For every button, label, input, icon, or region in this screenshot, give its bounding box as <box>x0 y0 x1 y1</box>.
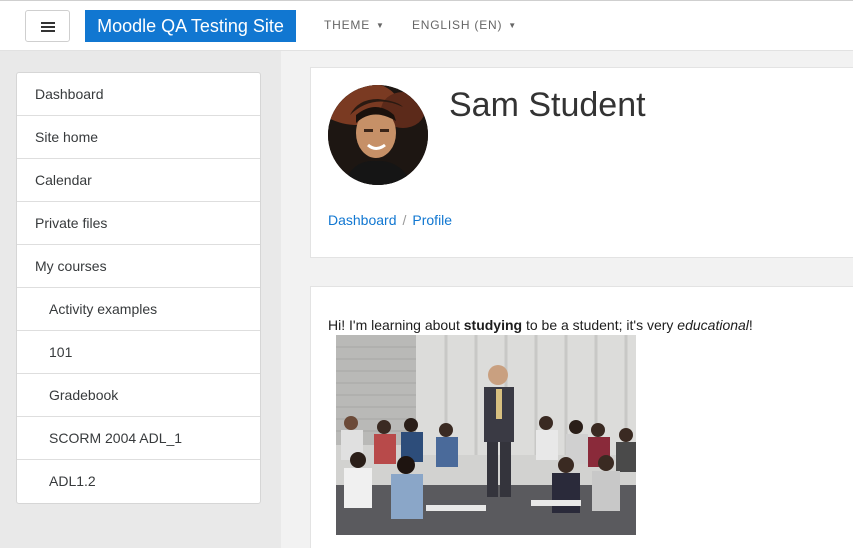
sidebar-item-my-courses[interactable]: My courses <box>17 245 260 288</box>
description-text: ! <box>748 317 753 333</box>
sidebar-item-course[interactable]: Gradebook <box>17 374 260 417</box>
language-menu[interactable]: ENGLISH (EN) ▼ <box>412 18 517 32</box>
sidebar-item-site-home[interactable]: Site home <box>17 116 260 159</box>
breadcrumb: Dashboard / Profile <box>328 212 452 228</box>
nav-drawer: Dashboard Site home Calendar Private fil… <box>16 72 261 504</box>
sidebar-item-course[interactable]: ADL1.2 <box>17 460 260 503</box>
breadcrumb-separator: / <box>402 212 407 228</box>
profile-description-card: Hi! I'm learning about studying to be a … <box>310 286 853 548</box>
classroom-image <box>336 335 636 535</box>
theme-menu-label: THEME <box>324 18 370 32</box>
sidebar-item-private-files[interactable]: Private files <box>17 202 260 245</box>
description-text: Hi! I'm learning about <box>328 317 464 333</box>
caret-down-icon: ▼ <box>376 21 385 30</box>
breadcrumb-link-dashboard[interactable]: Dashboard <box>328 212 397 228</box>
page-header: Sam Student Dashboard / Profile <box>310 67 853 258</box>
site-brand-link[interactable]: Moodle QA Testing Site <box>85 10 296 42</box>
language-menu-label: ENGLISH (EN) <box>412 18 503 32</box>
avatar[interactable] <box>328 85 428 185</box>
theme-menu[interactable]: THEME ▼ <box>324 18 385 32</box>
sidebar-item-course[interactable]: 101 <box>17 331 260 374</box>
sidebar-item-course[interactable]: Activity examples <box>17 288 260 331</box>
hamburger-icon <box>41 22 55 32</box>
breadcrumb-link-profile[interactable]: Profile <box>412 212 452 228</box>
description-bold-text: studying <box>463 317 523 333</box>
sidebar-item-dashboard[interactable]: Dashboard <box>17 73 260 116</box>
top-navbar: Moodle QA Testing Site THEME ▼ ENGLISH (E… <box>0 0 853 51</box>
sidebar-item-course[interactable]: SCORM 2004 ADL_1 <box>17 417 260 460</box>
menu-toggle-button[interactable] <box>25 10 70 42</box>
description-italic-text: educational <box>677 317 749 333</box>
caret-down-icon: ▼ <box>508 21 517 30</box>
user-photo <box>328 85 428 185</box>
sidebar-item-calendar[interactable]: Calendar <box>17 159 260 202</box>
profile-description: Hi! I'm learning about studying to be a … <box>328 317 753 333</box>
page-title: Sam Student <box>449 86 646 124</box>
description-text: to be a student; it's very <box>522 317 678 333</box>
